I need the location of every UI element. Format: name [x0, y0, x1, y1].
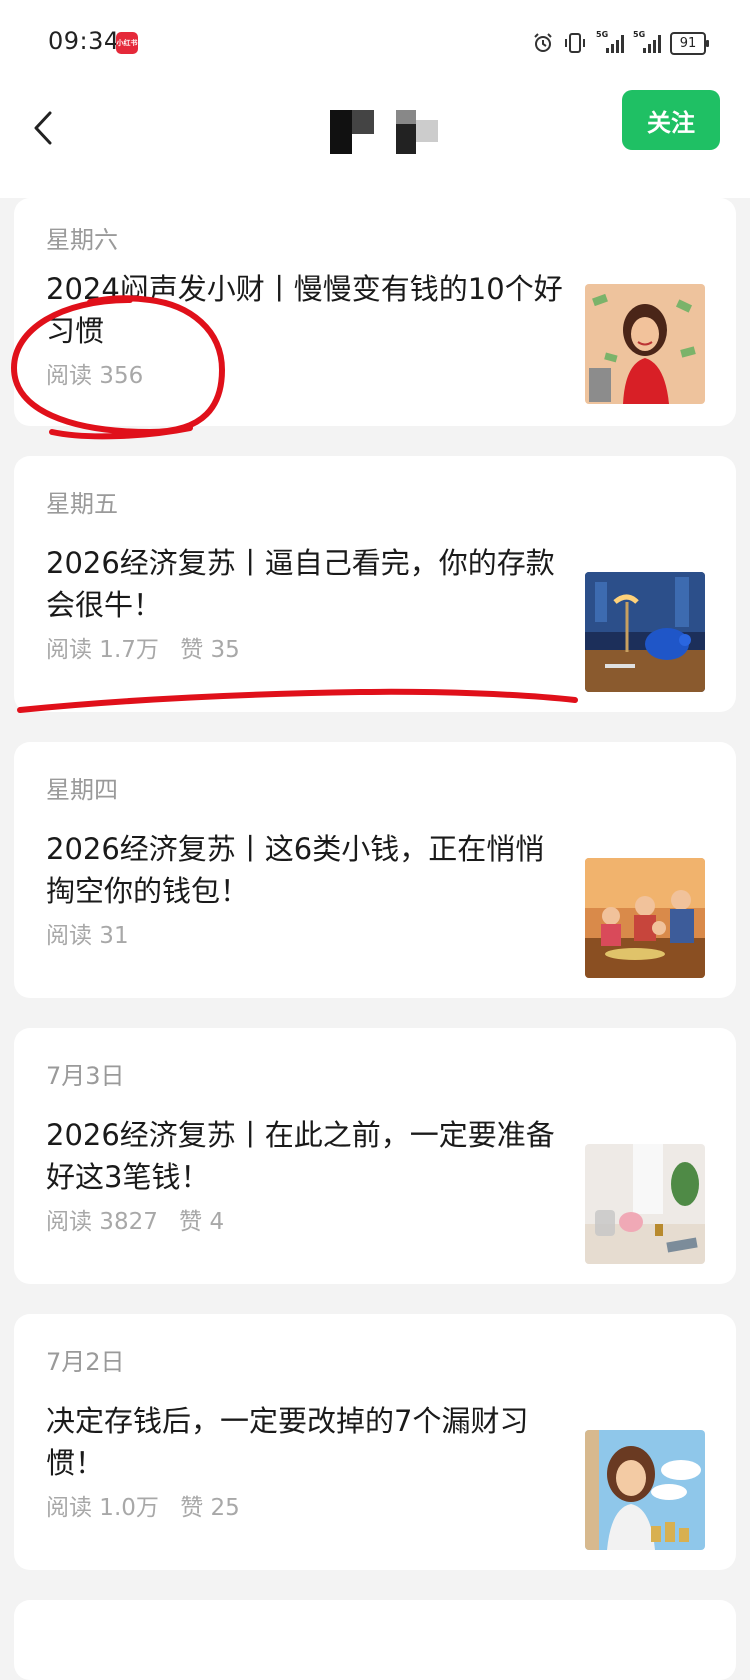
- read-count: 阅读 3827: [46, 1209, 158, 1235]
- article-title[interactable]: 2024闷声发小财丨慢慢变有钱的10个好习惯: [46, 268, 566, 352]
- like-count: 赞 4: [179, 1209, 225, 1235]
- article-date: 7月2日: [46, 1348, 125, 1376]
- article-card[interactable]: 星期五 2026经济复苏丨逼自己看完，你的存款会很牛！ 阅读 1.7万 赞 35: [14, 456, 736, 712]
- article-card[interactable]: [14, 1600, 736, 1680]
- article-card[interactable]: 7月3日 2026经济复苏丨在此之前，一定要准备好这3笔钱！ 阅读 3827 赞…: [14, 1028, 736, 1284]
- account-name-redacted: [330, 108, 442, 154]
- article-card[interactable]: 星期六 2024闷声发小财丨慢慢变有钱的10个好习惯 阅读 356: [14, 198, 736, 426]
- signal-icon-2: 5G: [633, 30, 661, 53]
- vibrate-icon: [565, 33, 585, 53]
- girl-coins-illustration: [585, 1430, 705, 1550]
- nav-bar: 关注: [0, 88, 750, 198]
- article-thumbnail[interactable]: [585, 572, 705, 692]
- read-count: 阅读 356: [46, 363, 144, 389]
- read-count: 阅读 1.7万: [46, 637, 159, 663]
- signal-icon: 5G: [596, 30, 624, 53]
- battery-icon: 91: [670, 31, 709, 55]
- article-title[interactable]: 决定存钱后，一定要改掉的7个漏财习惯！: [46, 1400, 566, 1484]
- article-stats: 阅读 1.0万 赞 25: [46, 1488, 240, 1522]
- article-card[interactable]: 星期四 2026经济复苏丨这6类小钱，正在悄悄掏空你的钱包！ 阅读 31: [14, 742, 736, 998]
- article-stats: 阅读 1.7万 赞 35: [46, 630, 240, 664]
- article-card[interactable]: 7月2日 决定存钱后，一定要改掉的7个漏财习惯！ 阅读 1.0万 赞 25: [14, 1314, 736, 1570]
- read-count: 阅读 1.0万: [46, 1495, 159, 1521]
- article-thumbnail[interactable]: [585, 1144, 705, 1264]
- status-bar: 09:34 小红书 5G 5G 91: [0, 0, 750, 88]
- article-date: 星期五: [46, 490, 118, 518]
- piggy-bank-desk-illustration: [585, 572, 705, 692]
- article-stats: 阅读 31: [46, 916, 129, 950]
- status-icons: 5G 5G 91: [532, 28, 709, 58]
- read-count: 阅读 31: [46, 923, 129, 949]
- status-time: 09:34: [48, 27, 120, 55]
- article-title[interactable]: 2026经济复苏丨逼自己看完，你的存款会很牛！: [46, 542, 566, 626]
- article-title[interactable]: 2026经济复苏丨在此之前，一定要准备好这3笔钱！: [46, 1114, 566, 1198]
- savings-jar-illustration: [585, 1144, 705, 1264]
- like-count: 赞 35: [180, 637, 240, 663]
- follow-button[interactable]: 关注: [622, 90, 720, 150]
- woman-money-illustration: [585, 284, 705, 404]
- alarm-icon: [534, 33, 552, 52]
- article-date: 星期四: [46, 776, 118, 804]
- article-date: 星期六: [46, 226, 118, 254]
- app-notification-icon: 小红书: [116, 32, 138, 54]
- like-count: 赞 25: [180, 1495, 240, 1521]
- article-thumbnail[interactable]: [585, 284, 705, 404]
- article-stats: 阅读 3827 赞 4: [46, 1202, 224, 1236]
- article-title[interactable]: 2026经济复苏丨这6类小钱，正在悄悄掏空你的钱包！: [46, 828, 566, 912]
- family-table-illustration: [585, 858, 705, 978]
- back-button[interactable]: [18, 102, 70, 154]
- article-date: 7月3日: [46, 1062, 125, 1090]
- article-thumbnail[interactable]: [585, 858, 705, 978]
- chevron-left-icon: [34, 111, 52, 145]
- article-thumbnail[interactable]: [585, 1430, 705, 1550]
- article-stats: 阅读 356: [46, 356, 143, 390]
